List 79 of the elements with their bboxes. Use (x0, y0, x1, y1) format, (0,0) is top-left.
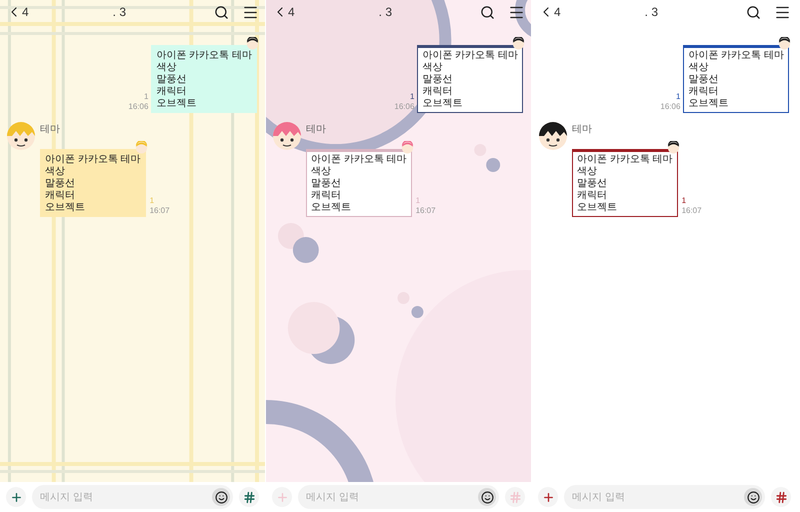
message-text: 오브젝트 (577, 202, 618, 214)
hashtag-button[interactable] (771, 487, 791, 507)
smiley-icon (214, 490, 228, 504)
message-time: 16:07 (150, 206, 170, 216)
unread-count: 1 (416, 196, 420, 206)
message-text: 캐릭터 (422, 86, 454, 98)
message-text: 색상 (688, 62, 710, 74)
message-time: 16:06 (394, 102, 414, 112)
message-time: 16:07 (416, 206, 436, 216)
sender-name: 테마 (40, 123, 61, 137)
message-input-field[interactable]: 메시지 입력 (32, 485, 233, 509)
character-avatar[interactable] (6, 121, 36, 151)
plus-icon (542, 490, 554, 504)
message-text: 오브젝트 (45, 202, 86, 214)
message-input-field[interactable]: 메시지 입력 (298, 485, 499, 509)
message-text: 말풍선 (688, 74, 720, 86)
message-text: 캐릭터 (156, 86, 188, 98)
message-text: 오브젝트 (156, 98, 198, 110)
hash-icon (508, 490, 522, 504)
message-text: 말풍선 (422, 74, 454, 86)
character-sticker-icon (134, 141, 148, 154)
message-text: 오브젝트 (311, 202, 352, 214)
message-text: 아이폰 카카오톡 테마 (45, 154, 141, 166)
unread-chat-count: 4 (22, 4, 29, 21)
character-sticker-icon (778, 37, 791, 50)
message-text: 아이폰 카카오톡 테마 (688, 50, 784, 62)
message-text: 색상 (311, 166, 332, 178)
message-text: 색상 (156, 62, 178, 74)
sender-name: 테마 (306, 123, 327, 137)
message-text: 아이폰 카카오톡 테마 (422, 50, 518, 62)
message-text: 말풍선 (156, 74, 188, 86)
message-time: 16:06 (128, 102, 148, 112)
smiley-icon (480, 490, 494, 504)
add-button[interactable] (6, 487, 26, 507)
message-text: 아이폰 카카오톡 테마 (156, 50, 252, 62)
character-sticker-icon (246, 37, 259, 50)
message-text: 말풍선 (311, 178, 342, 190)
hash-icon (774, 490, 788, 504)
message-time: 16:06 (660, 102, 680, 112)
message-text: 오브젝트 (422, 98, 464, 110)
hash-icon (242, 490, 256, 504)
message-text: 말풍선 (45, 178, 76, 190)
message-text: 색상 (422, 62, 444, 74)
hashtag-button[interactable] (239, 487, 259, 507)
search-icon[interactable] (746, 4, 761, 20)
character-avatar[interactable] (272, 121, 302, 151)
chat-title: . 3 (378, 4, 392, 21)
character-sticker-icon (512, 37, 525, 50)
message-text: 아이폰 카카오톡 테마 (577, 154, 673, 166)
plus-icon (276, 490, 288, 504)
unread-count: 1 (410, 92, 414, 102)
add-button[interactable] (538, 487, 558, 507)
message-text: 캐릭터 (45, 190, 76, 202)
unread-count: 1 (676, 92, 680, 102)
plus-icon (10, 490, 22, 504)
smiley-icon (746, 490, 760, 504)
message-text: 아이폰 카카오톡 테마 (311, 154, 407, 166)
search-icon[interactable] (480, 4, 495, 20)
message-text: 색상 (577, 166, 598, 178)
unread-count: 1 (682, 196, 686, 206)
chat-title: . 3 (644, 4, 658, 21)
unread-chat-count: 4 (288, 4, 295, 21)
character-sticker-icon (666, 141, 680, 154)
unread-chat-count: 4 (554, 4, 561, 21)
unread-count: 1 (150, 196, 154, 206)
character-sticker-icon (400, 141, 414, 154)
message-text: 말풍선 (577, 178, 608, 190)
unread-count: 1 (144, 92, 148, 102)
message-time: 16:07 (682, 206, 702, 216)
message-text: 오브젝트 (688, 98, 730, 110)
character-avatar[interactable] (538, 121, 568, 151)
message-text: 색상 (45, 166, 66, 178)
sender-name: 테마 (572, 123, 593, 137)
message-input-field[interactable]: 메시지 입력 (564, 485, 765, 509)
chat-title: . 3 (112, 4, 126, 21)
message-text: 캐릭터 (311, 190, 342, 202)
message-text: 캐릭터 (577, 190, 608, 202)
search-icon[interactable] (214, 4, 229, 20)
message-text: 캐릭터 (688, 86, 720, 98)
